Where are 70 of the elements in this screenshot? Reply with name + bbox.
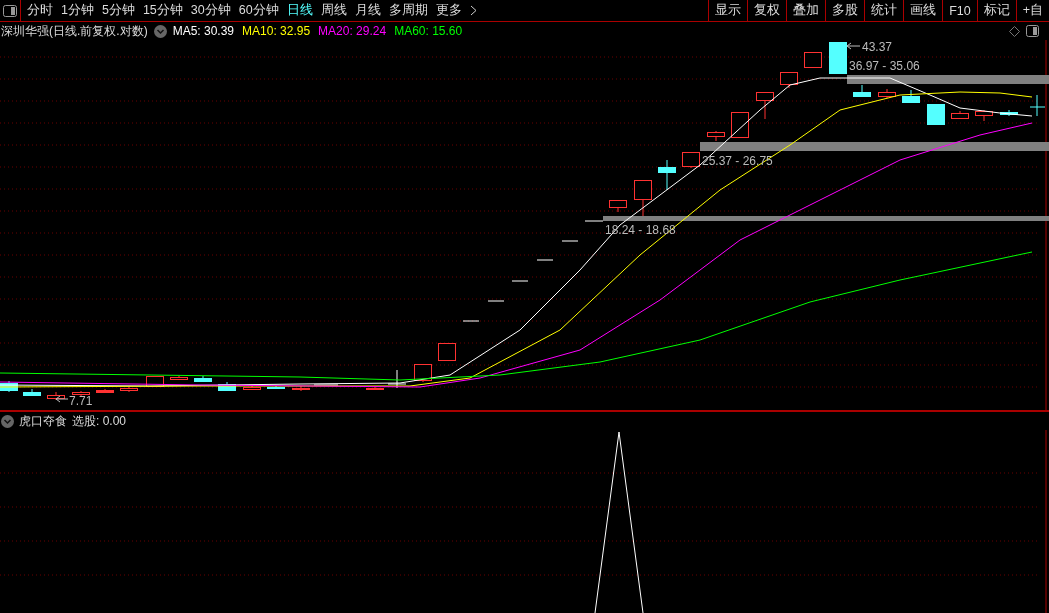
ma-reading: MA60: 15.60 [394,24,463,38]
candlestick [414,363,432,383]
candlestick [511,280,529,282]
candlestick [1000,109,1018,117]
period-tab[interactable]: 月线 [354,2,381,19]
candlestick [658,159,676,191]
candlestick [682,151,700,169]
candlestick [267,385,285,390]
candlestick [194,375,212,383]
candlestick [387,369,407,389]
candlestick [707,130,725,142]
candlestick [120,386,138,393]
candlestick [243,385,261,391]
ma-reading: MA5: 30.39 [172,24,235,38]
period-tab[interactable]: 60分钟 [238,2,279,19]
candlestick [780,71,798,89]
candlestick [292,385,310,392]
candlestick [902,89,920,104]
period-tab[interactable]: 30分钟 [190,2,231,19]
candlestick [731,111,749,138]
period-tab[interactable]: 15分钟 [142,2,183,19]
candlestick [47,391,65,401]
period-tab[interactable]: 分时 [27,2,53,19]
candlestick [313,384,339,386]
dropdown-icon[interactable] [153,24,167,38]
arrow-icon [55,395,69,403]
candlestick [584,220,604,222]
stock-title: 深圳华强(日线.前复权.对数) [1,22,148,40]
candlestick [804,51,822,68]
panel-toggle-icon[interactable] [1026,25,1039,37]
candlestick [438,342,456,361]
high-price-label: 43.37 [862,40,893,54]
ma-reading: MA20: 29.24 [318,24,387,38]
candlestick [634,179,652,217]
ma-reading: MA10: 32.95 [242,24,311,38]
candlestick [96,388,114,394]
candlestick [853,84,871,97]
period-tab[interactable]: 更多 [435,2,462,19]
candlestick [951,110,969,119]
candlestick [23,388,41,397]
zone-label: 36.97 - 35.06 [849,59,920,73]
period-tab[interactable]: 1分钟 [61,2,94,19]
panel-toggle-icon[interactable] [3,4,17,17]
candlestick [756,91,774,120]
indicator-reading: 选股: 0.00 [72,412,127,430]
indicator-name: 虎口夺食 [19,412,67,430]
period-tab[interactable]: 日线 [286,2,313,19]
dropdown-icon[interactable] [1,414,14,428]
candlestick [927,103,945,125]
candlestick [975,109,993,122]
candlestick [366,386,384,391]
period-tab[interactable]: 5分钟 [101,2,135,19]
chevron-right-icon[interactable] [469,5,477,16]
candlestick [1029,94,1046,117]
candlestick [462,320,480,322]
candlestick [487,300,505,302]
candlestick [609,199,627,213]
candlestick [536,259,554,261]
candlestick [170,375,188,381]
period-tab[interactable]: 周线 [320,2,347,19]
candlestick [218,381,236,391]
candlestick [878,88,896,99]
period-tab[interactable]: 多周期 [388,2,428,19]
low-price-label: 7.71 [69,394,93,408]
candlestick [0,380,18,393]
diamond-icon[interactable] [1009,25,1020,37]
candlestick [829,41,847,74]
candlestick [146,375,164,387]
arrow-icon [846,42,861,50]
candlestick [561,240,579,242]
